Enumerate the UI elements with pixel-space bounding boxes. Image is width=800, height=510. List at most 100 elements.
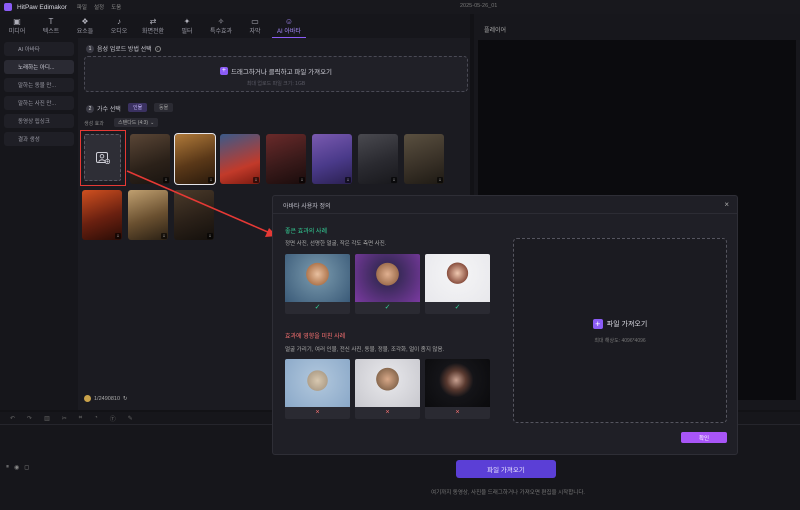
singer-thumb[interactable]: ↓ [266, 134, 306, 184]
track-header: ⏸ ◉ ◻ [6, 464, 29, 471]
upload-sub: 최대 업로드 파일 크기: 1GB [246, 81, 306, 87]
bad-examples-title: 효과에 영향을 미친 사례 [285, 334, 346, 340]
upload-label: 드래그하거나 클릭하고 파일 가져오기 [230, 69, 333, 76]
check-icon: ✓ [384, 304, 391, 311]
bad-examples-desc: 얼굴 가리기, 여러 인물, 전신 사진, 동물, 정물, 조각화, 얼이 좀지… [285, 347, 445, 353]
timeline-hint: 여기까지 동영상, 사진을 드래그하거나 가져오면 편집을 시작합니다. [431, 490, 585, 496]
delete-icon[interactable]: ▥ [44, 415, 50, 422]
singer-thumb[interactable]: ↓ [358, 134, 398, 184]
tool-media[interactable]: ▣ 미디어 [0, 14, 34, 38]
ratio-select[interactable]: 스탠다드 (4:3) ⌄ [114, 118, 159, 127]
cross-icon: × [385, 409, 390, 416]
close-icon[interactable]: × [724, 200, 729, 209]
text-icon: T [48, 17, 54, 26]
singer-thumb[interactable]: ↓ [130, 134, 170, 184]
pause-icon[interactable]: ⏸ [6, 464, 9, 471]
cross-icon: × [315, 409, 320, 416]
good-examples-desc: 정면 사진, 선명한 얼굴, 작은 각도 측면 사진. [285, 241, 387, 247]
crop-icon[interactable]: ⌗ [79, 415, 82, 422]
cross-icon: × [455, 409, 460, 416]
tool-transition[interactable]: ⇄ 화면전환 [136, 14, 170, 38]
menu-settings[interactable]: 설정 [94, 3, 104, 11]
chevron-down-icon: ⌄ [150, 119, 155, 126]
nav-talking-photo[interactable]: 말하는 사진 만... [4, 96, 74, 110]
tool-filter[interactable]: ✦ 필터 [170, 14, 204, 38]
singer-thumb[interactable]: ↓ [128, 190, 168, 240]
tool-elements[interactable]: ❖ 요소들 [68, 14, 102, 38]
bad-example-photo: × [285, 359, 350, 419]
nav-lipsync[interactable]: 동영상 립싱크 [4, 114, 74, 128]
subtitle-icon: ▭ [251, 17, 259, 26]
player-title: 플레이어 [484, 28, 507, 34]
info-icon[interactable]: i [154, 45, 161, 52]
coin-icon [84, 395, 91, 402]
audio-icon: ♪ [117, 17, 121, 26]
plus-icon: + [592, 319, 603, 329]
tool-text[interactable]: T 텍스트 [34, 14, 68, 38]
speed-icon[interactable]: ◔ [94, 415, 98, 421]
tab-person[interactable]: 인물 [128, 103, 148, 112]
step1-number: 1 [86, 44, 94, 53]
singer-thumb[interactable]: ↓ [404, 134, 444, 184]
app-logo-icon [4, 3, 12, 11]
nav-results[interactable]: 결과 생성 [4, 132, 74, 146]
singer-thumb[interactable]: ↓ [312, 134, 352, 184]
step1-title: 1 음성 업로드 방법 선택 i [86, 44, 161, 53]
download-icon: ↓ [163, 177, 169, 183]
menu-help[interactable]: 도움 [111, 3, 121, 11]
download-icon: ↓ [437, 177, 443, 183]
bad-example-photo: × [425, 359, 490, 419]
singer-thumb[interactable]: ↓ [174, 190, 214, 240]
filter-icon: ✦ [183, 17, 191, 26]
confirm-button[interactable]: 확인 [681, 432, 727, 443]
good-examples-title: 좋은 효과의 사례 [285, 229, 327, 235]
lock-icon[interactable]: ◻ [24, 464, 29, 471]
good-example-photo: ✓ [425, 254, 490, 314]
tab-animal[interactable]: 동물 [154, 103, 174, 112]
download-icon: ↓ [345, 177, 351, 183]
plus-icon: + [219, 67, 228, 75]
credit-count: 1/2490810 [94, 395, 120, 402]
image-drop-zone[interactable]: + 파일 가져오기 최대 해상도: 4096*4096 [513, 238, 727, 423]
text-tool-icon[interactable]: Ⓣ [110, 414, 116, 423]
custom-avatar-button[interactable] [84, 134, 121, 181]
ai-avatar-icon: ☺ [284, 16, 294, 26]
transition-icon: ⇄ [149, 17, 157, 26]
refresh-icon[interactable]: ↻ [123, 396, 128, 402]
good-example-photo: ✓ [285, 254, 350, 314]
effects-icon: ✧ [217, 17, 225, 26]
audio-upload-box[interactable]: + 드래그하거나 클릭하고 파일 가져오기 최대 업로드 파일 크기: 1GB [84, 56, 468, 92]
magic-icon[interactable]: ✎ [128, 415, 133, 422]
split-icon[interactable]: ✂ [62, 415, 67, 422]
main-toolbar: ▣ 미디어 T 텍스트 ❖ 요소들 ♪ 오디오 ⇄ 화면전환 ✦ 필터 ✧ 특수효과 ▭ 자막 … [0, 14, 470, 38]
timeline-import-button[interactable]: 파일 가져오기 [456, 460, 556, 478]
add-person-icon [95, 151, 110, 164]
redo-icon[interactable]: ↷ [27, 415, 32, 422]
nav-singing-avatar[interactable]: 노래하는 아디... [4, 60, 74, 74]
nav-ai-avatar[interactable]: AI 아바타 [4, 42, 74, 56]
tool-audio[interactable]: ♪ 오디오 [102, 14, 136, 38]
project-title: 2025-05-26_01 [460, 3, 498, 9]
title-bar: HitPaw Edimakor 파일 설정 도움 2025-05-26_01 [0, 0, 800, 14]
drop-label: 파일 가져오기 [606, 321, 648, 328]
tool-subtitle[interactable]: ▭ 자막 [238, 14, 272, 38]
check-icon: ✓ [454, 304, 461, 311]
download-icon: ↓ [161, 233, 167, 239]
undo-icon[interactable]: ↶ [10, 415, 15, 422]
modal-title: 아바타 사용자 정의 [283, 204, 331, 210]
singer-thumb[interactable]: ↓ [82, 190, 122, 240]
download-icon: ↓ [208, 177, 214, 183]
singer-thumb[interactable]: ↓ [174, 133, 216, 185]
menu-bar: 파일 설정 도움 [77, 3, 121, 11]
menu-file[interactable]: 파일 [77, 3, 87, 11]
download-icon: ↓ [253, 177, 259, 183]
tool-effects[interactable]: ✧ 특수효과 [204, 14, 238, 38]
media-icon: ▣ [13, 17, 21, 26]
custom-avatar-highlight [80, 130, 126, 186]
download-icon: ↓ [299, 177, 305, 183]
nav-talking-animal[interactable]: 말하는 동물 만... [4, 78, 74, 92]
tool-ai-avatar[interactable]: ☺ AI 아바타 [272, 14, 306, 38]
singer-thumb[interactable]: ↓ [220, 134, 260, 184]
visibility-icon[interactable]: ◉ [14, 464, 19, 471]
drop-sub: 최대 해상도: 4096*4096 [594, 338, 646, 344]
